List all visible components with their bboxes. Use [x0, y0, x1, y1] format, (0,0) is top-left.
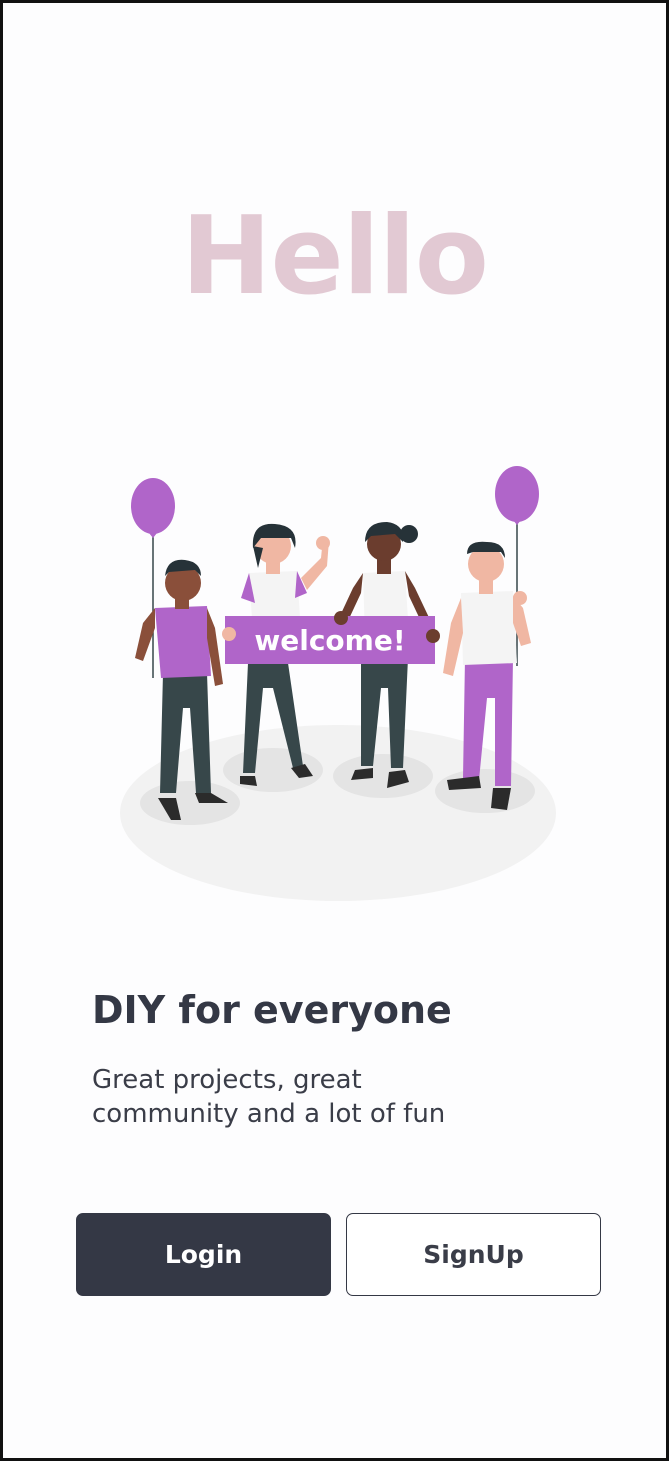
subtext: Great projects, great community and a lo… — [92, 1063, 522, 1131]
subtext-line-2: community and a lot of fun — [92, 1099, 446, 1129]
headline: DIY for everyone — [92, 988, 452, 1032]
login-button[interactable]: Login — [76, 1213, 331, 1296]
greeting-title: Hello — [181, 194, 489, 319]
welcome-illustration: welcome! — [120, 466, 556, 901]
signup-button[interactable]: SignUp — [346, 1213, 601, 1296]
subtext-line-1: Great projects, great — [92, 1065, 362, 1095]
welcome-banner: welcome! — [222, 611, 440, 664]
banner-text: welcome! — [254, 624, 405, 657]
app-screen: Hello welcome! DIY for everyone Great pr… — [0, 0, 669, 1461]
